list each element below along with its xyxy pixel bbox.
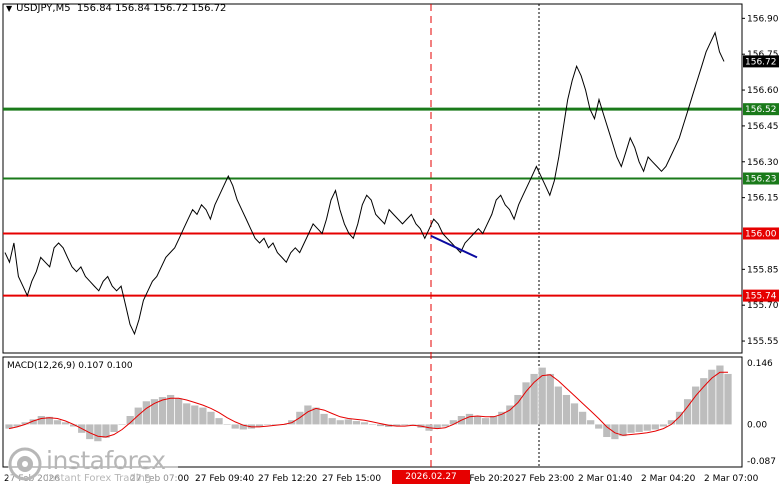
logo-tagline: Instant Forex Trading xyxy=(46,473,152,484)
macd-histogram-bar xyxy=(700,378,708,425)
macd-histogram-bar xyxy=(263,424,272,425)
macd-histogram-bar xyxy=(344,419,352,425)
macd-histogram-bar xyxy=(53,420,62,425)
macd-histogram-bar xyxy=(554,386,562,425)
y-tick-label: 156.15 xyxy=(747,194,779,204)
macd-histogram-bar xyxy=(530,373,538,425)
macd-histogram-bar xyxy=(635,424,643,432)
macd-histogram-bar xyxy=(498,411,506,425)
macd-histogram-bar xyxy=(627,424,635,433)
macd-histogram-bar xyxy=(61,422,70,425)
y-tick-label: 156.45 xyxy=(747,122,779,132)
macd-histogram-bar xyxy=(37,415,45,425)
macd-histogram-bar xyxy=(183,403,191,425)
chart-canvas: 156.90156.75156.60156.45156.30156.15155.… xyxy=(2,3,779,484)
macd-histogram-bar xyxy=(368,424,377,425)
macd-histogram-bar xyxy=(118,424,126,425)
x-tick-label: 27 Feb 09:40 xyxy=(195,474,254,484)
macd-histogram-bar xyxy=(651,424,659,430)
x-tick-label: 27 Feb 15:00 xyxy=(322,474,381,484)
macd-histogram-bar xyxy=(546,373,554,425)
macd-histogram-bar xyxy=(175,398,183,425)
y-tick-label: 156.30 xyxy=(747,158,779,168)
macd-histogram-bar xyxy=(166,394,175,425)
macd-histogram-bar xyxy=(110,424,118,432)
x-tick-label: 2 Mar 01:40 xyxy=(578,474,633,484)
highlighted-time-label: 2026.02.27 19:30 xyxy=(392,470,470,496)
macd-histogram-bar xyxy=(562,394,571,425)
macd-histogram-bar xyxy=(231,424,239,429)
macd-histogram-bar xyxy=(465,413,474,425)
symbol-label: USDJPY,M5 xyxy=(16,3,71,14)
macd-tick-label: -0.087 xyxy=(747,457,776,467)
y-tick-label: 155.70 xyxy=(747,301,779,311)
macd-histogram-bar xyxy=(199,407,207,425)
macd-histogram-bar xyxy=(191,405,199,425)
x-tick-label: 27 Feb 12:20 xyxy=(258,474,317,484)
y-tick-label: 155.85 xyxy=(747,265,779,275)
logo-name: instaforex xyxy=(46,446,166,475)
current-price-label: 156.72 xyxy=(745,57,777,67)
macd-histogram-bar xyxy=(360,422,369,425)
macd-histogram-bar xyxy=(328,418,336,425)
macd-histogram-bar xyxy=(320,413,328,425)
instaforex-logo: instaforex Instant Forex Trading xyxy=(8,443,178,485)
macd-histogram-bar xyxy=(207,411,215,425)
macd-histogram-bar xyxy=(336,420,344,425)
macd-tick-label: 0.00 xyxy=(747,420,767,430)
y-tick-label: 156.60 xyxy=(747,86,779,96)
highlighted-time-text: 2026.02.27 19:30 xyxy=(405,472,457,496)
macd-histogram-bar xyxy=(587,420,595,425)
macd-histogram-bar xyxy=(724,373,732,425)
macd-histogram-bar xyxy=(223,424,231,425)
macd-histogram-bar xyxy=(578,411,587,425)
macd-histogram-bar xyxy=(94,424,102,442)
macd-histogram-bar xyxy=(215,418,223,425)
macd-histogram-bar xyxy=(352,421,361,425)
symbol-header: ▼ USDJPY,M5 156.84 156.84 156.72 156.72 xyxy=(6,3,226,14)
macd-histogram-bar xyxy=(312,407,320,425)
y-tick-label: 155.55 xyxy=(747,337,779,347)
x-tick-label: 2 Mar 04:20 xyxy=(641,474,696,484)
y-tick-label: 156.90 xyxy=(747,14,779,24)
x-tick-label: 2 Mar 07:00 xyxy=(704,474,759,484)
macd-histogram-bar xyxy=(570,403,579,425)
macd-histogram-bar xyxy=(611,424,619,440)
macd-histogram-bar xyxy=(142,401,150,425)
macd-histogram-bar xyxy=(482,418,490,425)
macd-histogram-bar xyxy=(473,415,482,425)
macd-tick-label: 0.146 xyxy=(747,359,773,369)
level-label-156.00: 156.00 xyxy=(745,229,777,239)
level-label-155.74: 155.74 xyxy=(745,292,777,302)
macd-histogram-bar xyxy=(449,420,457,425)
macd-histogram-bar xyxy=(401,424,409,426)
x-tick-label: 27 Feb 23:00 xyxy=(515,474,574,484)
level-label-156.52: 156.52 xyxy=(745,105,777,115)
macd-histogram-bar xyxy=(659,424,668,427)
macd-histogram-bar xyxy=(376,424,385,427)
macd-histogram-bar xyxy=(304,405,312,425)
macd-histogram-bar xyxy=(643,424,651,431)
macd-label: MACD(12,26,9) 0.107 0.100 xyxy=(7,361,133,371)
ohlc-values: 156.84 156.84 156.72 156.72 xyxy=(76,3,227,14)
level-label-156.23: 156.23 xyxy=(745,175,777,185)
macd-histogram-bar xyxy=(134,407,142,425)
dropdown-triangle-icon[interactable]: ▼ xyxy=(6,4,12,13)
logo-mark-icon xyxy=(8,447,42,481)
macd-histogram-bar xyxy=(595,424,603,429)
